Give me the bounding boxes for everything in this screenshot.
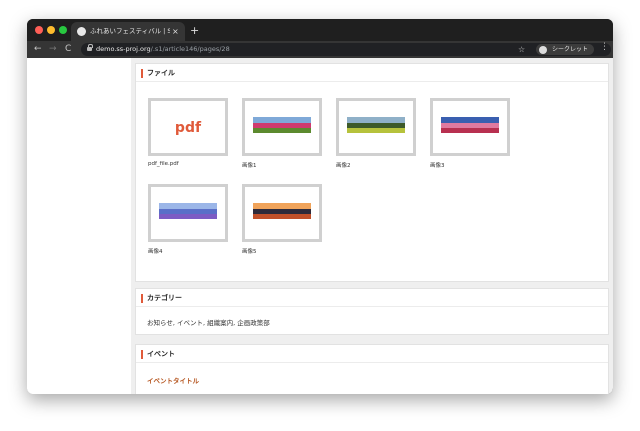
lock-icon bbox=[87, 44, 93, 51]
section-accent-bar bbox=[141, 294, 143, 303]
event-title-link[interactable]: イベントタイトル bbox=[147, 375, 199, 385]
category-card-header: カテゴリー bbox=[136, 289, 608, 307]
section-accent-bar bbox=[141, 69, 143, 78]
files-card: ファイル pdf pdf_file.pdf 画像1 画像2 画像3 画像4 画像… bbox=[135, 63, 609, 282]
address-bar[interactable]: demo.ss-proj.org/.s1/article146/pages/28… bbox=[81, 43, 611, 56]
image-3-preview bbox=[441, 117, 499, 133]
file-caption[interactable]: 画像5 bbox=[242, 247, 257, 255]
browser-window: ふれあいフェスティバル | SHIRASA × + ← → C demo.ss-… bbox=[27, 19, 613, 394]
file-caption[interactable]: 画像3 bbox=[430, 161, 445, 169]
forward-button[interactable]: → bbox=[49, 41, 57, 58]
event-card: イベント イベントタイトル bbox=[135, 344, 609, 394]
event-section-title: イベント bbox=[147, 350, 175, 358]
category-list: お知らせ, イベント, 組織案内, 企画政策部 bbox=[147, 319, 270, 327]
image-5-preview bbox=[253, 203, 311, 219]
url-path: /.s1/article146/pages/28 bbox=[150, 45, 230, 53]
section-accent-bar bbox=[141, 350, 143, 359]
minimize-window-button[interactable] bbox=[47, 26, 55, 34]
browser-menu-button[interactable]: ⋮ bbox=[600, 41, 609, 54]
image-4-preview bbox=[159, 203, 217, 219]
file-thumbnail-pdf[interactable]: pdf bbox=[148, 98, 228, 156]
file-thumbnail-image[interactable] bbox=[336, 98, 416, 156]
files-section-title: ファイル bbox=[147, 69, 175, 77]
close-window-button[interactable] bbox=[35, 26, 43, 34]
reload-button[interactable]: C bbox=[65, 41, 71, 58]
file-thumbnail-image[interactable] bbox=[242, 184, 322, 242]
tab-close-button[interactable]: × bbox=[172, 22, 179, 41]
url-domain: demo.ss-proj.org bbox=[96, 45, 151, 53]
pdf-icon: pdf bbox=[174, 120, 202, 136]
url-text[interactable]: demo.ss-proj.org/.s1/article146/pages/28 bbox=[96, 43, 230, 56]
maximize-window-button[interactable] bbox=[59, 26, 67, 34]
file-thumbnail-image[interactable] bbox=[430, 98, 510, 156]
file-caption[interactable]: 画像2 bbox=[336, 161, 351, 169]
page-viewport: ファイル pdf pdf_file.pdf 画像1 画像2 画像3 画像4 画像… bbox=[27, 58, 613, 394]
incognito-icon bbox=[539, 45, 547, 54]
file-caption[interactable]: pdf_file.pdf bbox=[148, 161, 179, 167]
file-caption[interactable]: 画像1 bbox=[242, 161, 257, 169]
bookmark-star-icon[interactable]: ☆ bbox=[518, 43, 525, 56]
back-button[interactable]: ← bbox=[34, 41, 42, 58]
image-2-preview bbox=[347, 117, 405, 133]
image-1-preview bbox=[253, 117, 311, 133]
tab-title: ふれあいフェスティバル | SHIRASA bbox=[90, 27, 170, 35]
event-card-header: イベント bbox=[136, 345, 608, 363]
globe-icon bbox=[77, 27, 86, 36]
left-sidebar bbox=[27, 58, 131, 394]
file-thumbnail-image[interactable] bbox=[148, 184, 228, 242]
incognito-label: シークレット bbox=[552, 46, 589, 53]
incognito-badge[interactable]: シークレット bbox=[536, 44, 594, 55]
files-card-header: ファイル bbox=[136, 64, 608, 82]
new-tab-button[interactable]: + bbox=[190, 22, 199, 40]
browser-tab[interactable]: ふれあいフェスティバル | SHIRASA × bbox=[71, 22, 185, 41]
browser-titlebar: ふれあいフェスティバル | SHIRASA × + bbox=[27, 19, 613, 41]
browser-toolbar: ← → C demo.ss-proj.org/.s1/article146/pa… bbox=[27, 41, 613, 58]
file-caption[interactable]: 画像4 bbox=[148, 247, 163, 255]
category-card: カテゴリー お知らせ, イベント, 組織案内, 企画政策部 bbox=[135, 288, 609, 335]
file-thumbnail-image[interactable] bbox=[242, 98, 322, 156]
category-section-title: カテゴリー bbox=[147, 294, 182, 302]
